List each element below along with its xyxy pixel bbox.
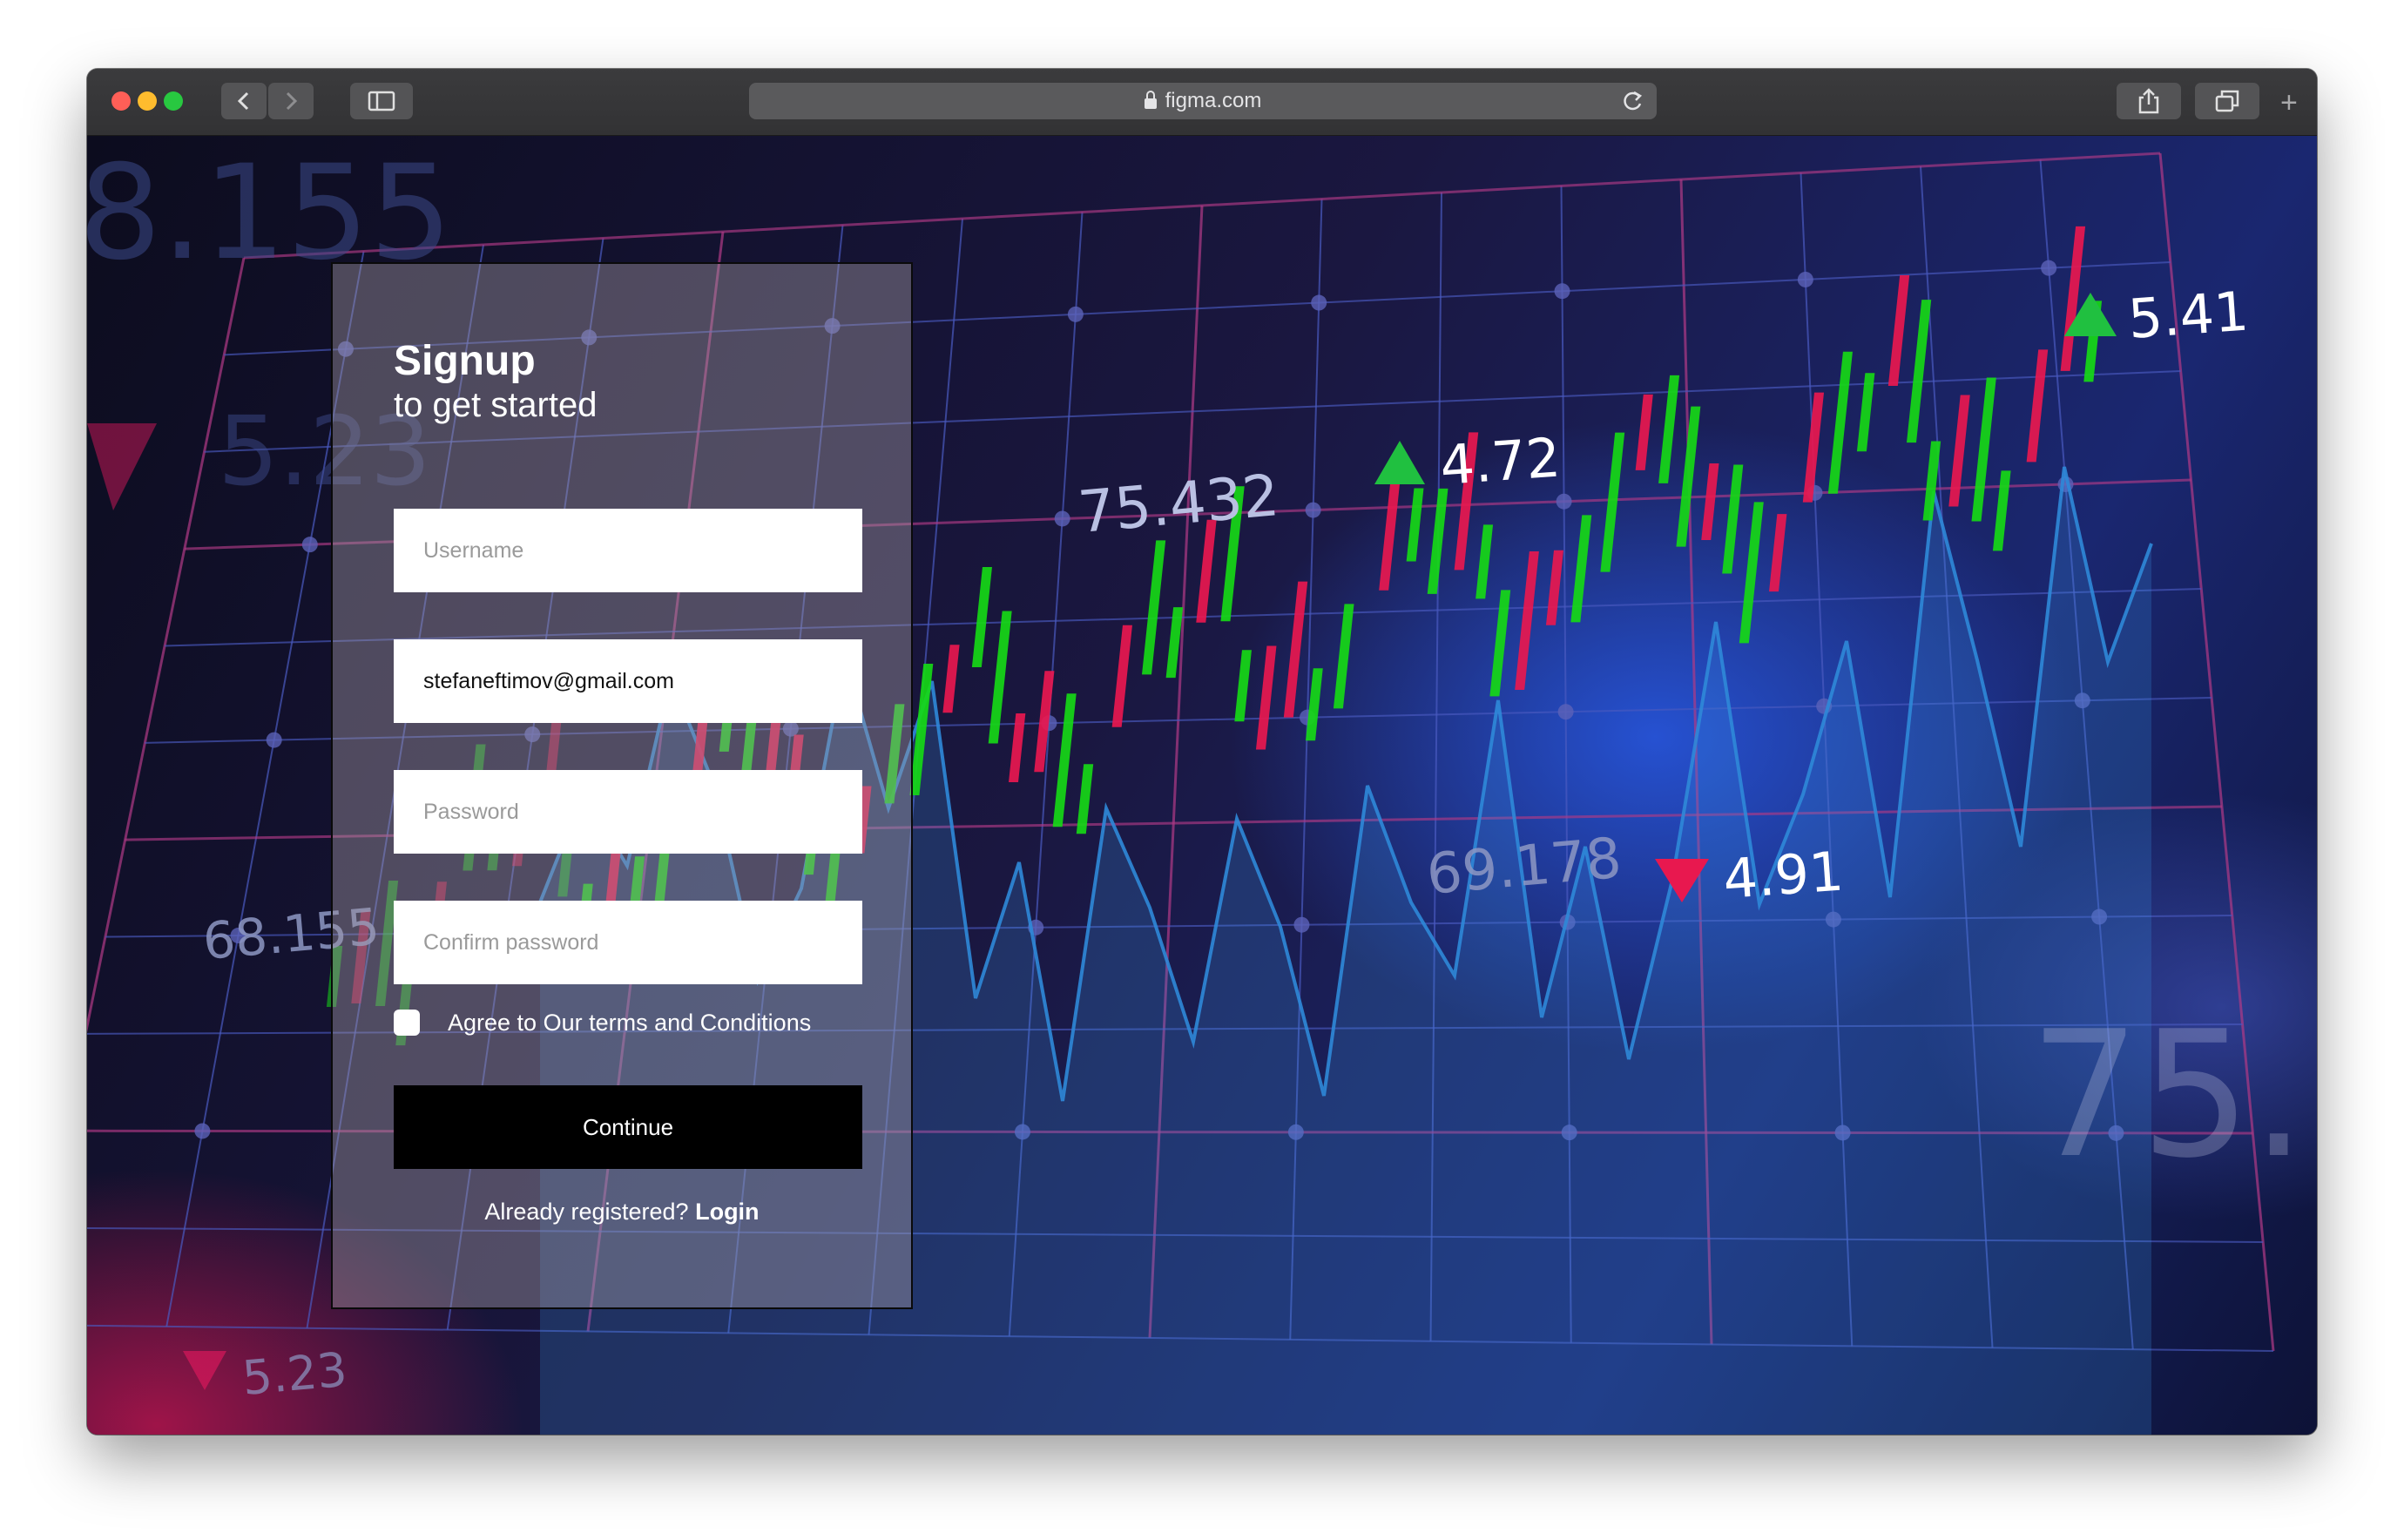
bg-label-right-big: 75. bbox=[2029, 994, 2306, 1197]
already-registered-text: Already registered? bbox=[484, 1199, 689, 1225]
signup-title: Signup bbox=[394, 338, 536, 384]
candle bbox=[1545, 550, 1563, 625]
back-icon bbox=[237, 91, 249, 111]
candle bbox=[971, 566, 992, 667]
grid-node bbox=[1557, 704, 1574, 720]
grid-node bbox=[1556, 493, 1572, 510]
username-input[interactable] bbox=[394, 509, 862, 592]
candle bbox=[1827, 351, 1853, 494]
candle bbox=[1701, 463, 1719, 540]
address-url: figma.com bbox=[1165, 89, 1262, 112]
login-prompt: Already registered? Login bbox=[333, 1199, 911, 1226]
address-bar[interactable]: figma.com bbox=[749, 83, 1657, 119]
grid-node bbox=[1305, 502, 1321, 518]
forward-button[interactable] bbox=[268, 83, 314, 119]
grid-node bbox=[301, 537, 318, 553]
candle bbox=[1906, 300, 1932, 443]
grid-line bbox=[243, 152, 2161, 260]
bg-label-bottom-left: 5.23 bbox=[240, 1342, 349, 1406]
candle bbox=[1887, 274, 1910, 386]
candle bbox=[1515, 550, 1539, 690]
bg-label-top-mid: 75.432 bbox=[1076, 462, 1282, 546]
maximize-window-button[interactable] bbox=[164, 91, 183, 111]
confirm-password-input[interactable] bbox=[394, 901, 862, 984]
grid-node bbox=[1311, 294, 1327, 311]
candle bbox=[1052, 693, 1077, 827]
grid-node bbox=[1054, 510, 1070, 527]
grid-node bbox=[194, 1123, 211, 1139]
terms-label[interactable]: Agree to Our terms and Conditions bbox=[448, 1010, 811, 1037]
back-button[interactable] bbox=[221, 83, 267, 119]
grid-node bbox=[1293, 916, 1310, 933]
candle bbox=[1283, 581, 1308, 718]
reload-icon[interactable] bbox=[1622, 90, 1644, 112]
bg-label-up-2: 5.41 bbox=[2126, 280, 2251, 351]
down-arrow-icon bbox=[87, 423, 157, 510]
signup-subtitle: to get started bbox=[394, 386, 598, 424]
candle bbox=[1635, 394, 1653, 470]
candle bbox=[1333, 604, 1354, 709]
bg-label-down: 4.91 bbox=[1721, 840, 1846, 911]
grid-node bbox=[2041, 260, 2057, 276]
tabs-overview-button[interactable] bbox=[2195, 83, 2259, 119]
candle bbox=[1255, 645, 1277, 750]
continue-button[interactable]: Continue bbox=[394, 1085, 862, 1169]
candle bbox=[2060, 226, 2086, 371]
candle bbox=[1722, 464, 1744, 574]
signup-card: Signup to get started Agree to Our terms… bbox=[331, 262, 913, 1309]
candle bbox=[1111, 625, 1132, 727]
candle bbox=[942, 645, 960, 713]
grid-node bbox=[1067, 306, 1084, 322]
candle bbox=[1739, 502, 1764, 644]
candle bbox=[1475, 524, 1494, 599]
browser-toolbar: figma.com + bbox=[87, 69, 2317, 136]
candle bbox=[1142, 540, 1166, 675]
sidebar-button[interactable] bbox=[350, 83, 413, 119]
candle bbox=[1489, 590, 1511, 697]
page-viewport: 8.155 5.23 68.155 5.23 75.432 4.72 5.41 … bbox=[87, 136, 2317, 1435]
tabs-icon bbox=[2215, 90, 2239, 112]
minimize-window-button[interactable] bbox=[138, 91, 157, 111]
candle bbox=[1971, 377, 1996, 522]
grid-node bbox=[1554, 283, 1570, 300]
forward-icon bbox=[286, 91, 298, 111]
candle bbox=[1234, 650, 1252, 722]
up-arrow-icon bbox=[1374, 441, 1425, 484]
down-arrow-icon bbox=[183, 1351, 226, 1390]
grid-node bbox=[1797, 271, 1813, 287]
email-input[interactable] bbox=[394, 639, 862, 723]
browser-window: figma.com + 8.155 5.23 68.155 5.23 75.43… bbox=[87, 69, 2317, 1435]
grid-node bbox=[266, 732, 282, 748]
login-link[interactable]: Login bbox=[695, 1199, 759, 1225]
sidebar-icon bbox=[368, 91, 395, 111]
lock-icon bbox=[1144, 91, 1157, 109]
bg-label-up-1: 4.72 bbox=[1438, 426, 1563, 497]
candle bbox=[1769, 514, 1787, 592]
share-icon bbox=[2138, 88, 2159, 114]
candle bbox=[1600, 432, 1625, 572]
new-tab-icon[interactable]: + bbox=[2280, 88, 2298, 118]
terms-checkbox[interactable] bbox=[394, 1010, 420, 1036]
candle bbox=[1406, 488, 1424, 562]
candle bbox=[1427, 488, 1448, 594]
candle bbox=[1948, 395, 1970, 507]
candle bbox=[1992, 470, 2011, 551]
candle bbox=[2026, 349, 2049, 463]
password-input[interactable] bbox=[394, 770, 862, 854]
candle bbox=[1802, 392, 1825, 503]
share-button[interactable] bbox=[2117, 83, 2181, 119]
close-window-button[interactable] bbox=[111, 91, 131, 111]
